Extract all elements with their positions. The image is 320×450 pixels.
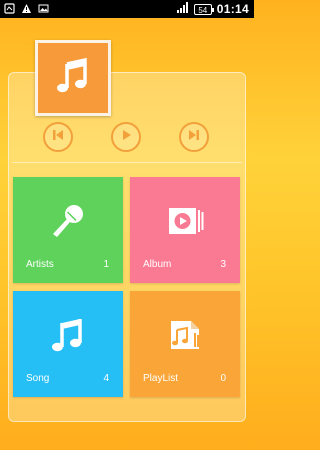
image-icon <box>38 3 49 17</box>
music-note-icon <box>13 315 123 355</box>
previous-button[interactable] <box>43 122 73 152</box>
album-label: Album <box>143 259 172 270</box>
album-play-icon <box>130 201 240 241</box>
status-right: 54 01:14 <box>176 2 249 16</box>
next-button[interactable] <box>179 122 209 152</box>
artists-count: 1 <box>103 259 109 270</box>
playlist-icon <box>130 315 240 355</box>
previous-icon <box>51 128 65 147</box>
music-note-icon <box>53 56 93 101</box>
battery-icon: 54 <box>193 3 214 15</box>
status-time: 01:14 <box>216 2 249 16</box>
artists-tile[interactable]: Artists 1 <box>13 177 123 283</box>
album-count: 3 <box>220 259 226 270</box>
microphone-icon <box>13 201 123 241</box>
song-label: Song <box>26 373 50 384</box>
signal-icon <box>176 2 189 16</box>
notification-icon <box>4 3 15 17</box>
album-tile[interactable]: Album 3 <box>130 177 240 283</box>
status-bar: 54 01:14 <box>0 0 254 18</box>
warning-icon <box>21 3 32 17</box>
album-art[interactable] <box>35 40 111 116</box>
playlist-label: PlayList <box>143 373 179 384</box>
play-button[interactable] <box>111 122 141 152</box>
artists-label: Artists <box>26 259 54 270</box>
divider <box>12 162 242 163</box>
playlist-count: 0 <box>220 373 226 384</box>
song-tile[interactable]: Song 4 <box>13 291 123 397</box>
play-icon <box>119 128 133 147</box>
playlist-tile[interactable]: PlayList 0 <box>130 291 240 397</box>
album-art-inner <box>38 43 108 113</box>
status-left <box>4 3 49 17</box>
next-icon <box>187 128 201 147</box>
song-count: 4 <box>103 373 109 384</box>
